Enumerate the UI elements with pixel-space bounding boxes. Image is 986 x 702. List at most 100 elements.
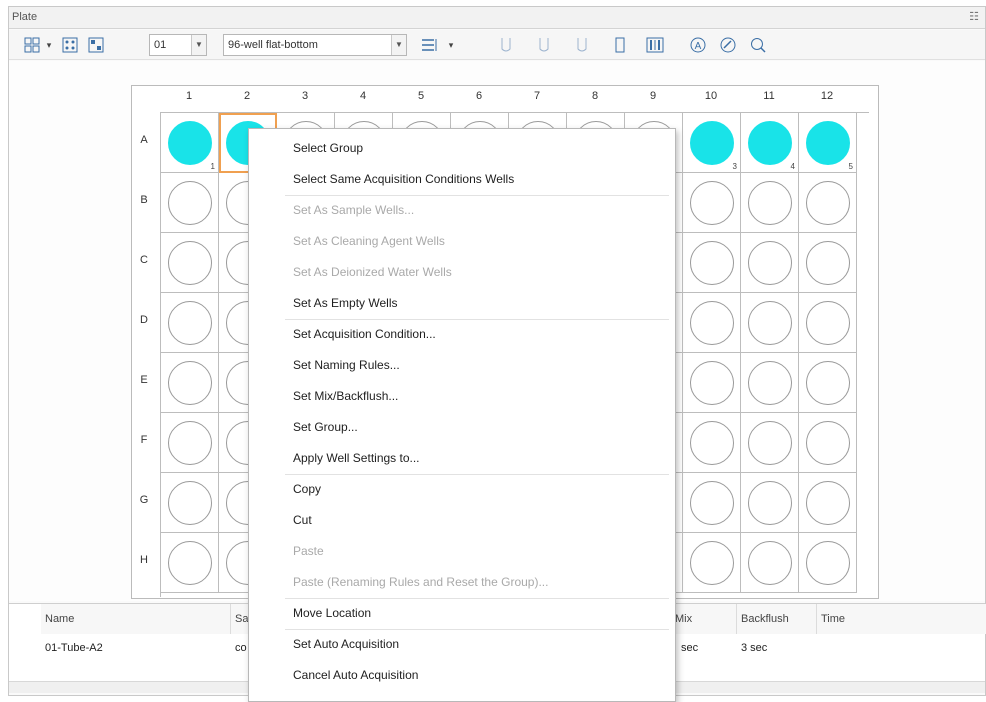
menu-item-select-same-acquisition-conditions-wells[interactable]: Select Same Acquisition Conditions Wells xyxy=(249,164,675,195)
well-c11[interactable] xyxy=(741,233,799,293)
well-circle xyxy=(748,541,792,585)
plate-number-select[interactable]: 01 ▼ xyxy=(149,34,207,56)
row-label-a[interactable]: A xyxy=(138,134,150,146)
column-header-mix[interactable]: Mix xyxy=(671,604,737,634)
tube-icon[interactable] xyxy=(609,34,631,56)
well-a1[interactable]: 1 xyxy=(161,113,219,173)
tube-icon[interactable] xyxy=(571,34,593,56)
well-g1[interactable] xyxy=(161,473,219,533)
well-b11[interactable] xyxy=(741,173,799,233)
table-cell-time[interactable] xyxy=(817,635,986,661)
column-label-11[interactable]: 11 xyxy=(740,90,798,102)
table-cell-name[interactable]: 01-Tube-A2 xyxy=(41,635,231,661)
menu-item-set-auto-acquisition[interactable]: Set Auto Acquisition xyxy=(249,629,675,660)
menu-item-set-as-sample-wells: Set As Sample Wells... xyxy=(293,203,415,217)
pin-icon[interactable]: ☷ xyxy=(969,10,979,23)
tube-icon[interactable] xyxy=(533,34,555,56)
well-d1[interactable] xyxy=(161,293,219,353)
column-label-7[interactable]: 7 xyxy=(508,90,566,102)
well-e11[interactable] xyxy=(741,353,799,413)
well-h10[interactable] xyxy=(683,533,741,593)
column-label-4[interactable]: 4 xyxy=(334,90,392,102)
column-label-1[interactable]: 1 xyxy=(160,90,218,102)
zoom-icon[interactable] xyxy=(747,34,769,56)
well-f11[interactable] xyxy=(741,413,799,473)
column-label-2[interactable]: 2 xyxy=(218,90,276,102)
well-g12[interactable] xyxy=(799,473,857,533)
menu-item-set-group[interactable]: Set Group... xyxy=(249,412,675,443)
menu-item-cut[interactable]: Cut xyxy=(249,505,675,536)
grid-select-icon[interactable] xyxy=(59,34,81,56)
layout-icon[interactable] xyxy=(21,34,43,56)
row-label-c[interactable]: C xyxy=(138,254,150,266)
table-cell-mix[interactable]: sec xyxy=(677,635,737,661)
well-h11[interactable] xyxy=(741,533,799,593)
column-label-5[interactable]: 5 xyxy=(392,90,450,102)
well-d12[interactable] xyxy=(799,293,857,353)
well-e12[interactable] xyxy=(799,353,857,413)
well-d11[interactable] xyxy=(741,293,799,353)
well-e1[interactable] xyxy=(161,353,219,413)
menu-item-move-location[interactable]: Move Location xyxy=(249,598,675,629)
well-f12[interactable] xyxy=(799,413,857,473)
tube-icon[interactable] xyxy=(495,34,517,56)
well-b1[interactable] xyxy=(161,173,219,233)
menu-item-set-as-empty-wells[interactable]: Set As Empty Wells xyxy=(249,288,675,319)
row-label-g[interactable]: G xyxy=(138,494,150,506)
list-order-icon[interactable] xyxy=(417,34,443,56)
well-h1[interactable] xyxy=(161,533,219,593)
row-label-d[interactable]: D xyxy=(138,314,150,326)
row-label-h[interactable]: H xyxy=(138,554,150,566)
well-c10[interactable] xyxy=(683,233,741,293)
well-c12[interactable] xyxy=(799,233,857,293)
toolbar: ▾ 01 ▼ 96-well flat-bottom ▼ ▾ A xyxy=(9,30,985,60)
well-circle xyxy=(748,241,792,285)
well-h12[interactable] xyxy=(799,533,857,593)
column-label-12[interactable]: 12 xyxy=(798,90,856,102)
chevron-down-icon[interactable]: ▼ xyxy=(391,35,406,55)
plate-type-select[interactable]: 96-well flat-bottom ▼ xyxy=(223,34,407,56)
well-c1[interactable] xyxy=(161,233,219,293)
menu-item-apply-well-settings-to[interactable]: Apply Well Settings to... xyxy=(249,443,675,474)
column-label-8[interactable]: 8 xyxy=(566,90,624,102)
well-d10[interactable] xyxy=(683,293,741,353)
well-circle xyxy=(748,121,792,165)
row-label-e[interactable]: E xyxy=(138,374,150,386)
menu-item-copy[interactable]: Copy xyxy=(249,474,675,505)
column-header-backflush[interactable]: Backflush xyxy=(737,604,817,634)
cleaning-icon[interactable] xyxy=(717,34,739,56)
well-f1[interactable] xyxy=(161,413,219,473)
auto-icon[interactable]: A xyxy=(687,34,709,56)
well-g11[interactable] xyxy=(741,473,799,533)
well-a10[interactable]: 3 xyxy=(683,113,741,173)
column-label-6[interactable]: 6 xyxy=(450,90,508,102)
menu-item-set-acquisition-condition[interactable]: Set Acquisition Condition... xyxy=(249,319,675,350)
grid-zoom-icon[interactable] xyxy=(85,34,107,56)
well-b10[interactable] xyxy=(683,173,741,233)
row-label-b[interactable]: B xyxy=(138,194,150,206)
panel-title-bar: Plate ☷ xyxy=(9,7,985,29)
well-f10[interactable] xyxy=(683,413,741,473)
menu-item-select-group[interactable]: Select Group xyxy=(249,133,675,164)
barcode-icon[interactable] xyxy=(643,34,667,56)
row-label-f[interactable]: F xyxy=(138,434,150,446)
dropdown-arrow-icon[interactable]: ▾ xyxy=(43,34,55,56)
column-header-time[interactable]: Time xyxy=(817,604,986,634)
well-a11[interactable]: 4 xyxy=(741,113,799,173)
well-a12[interactable]: 5 xyxy=(799,113,857,173)
table-cell-backflush[interactable]: 3 sec xyxy=(737,635,817,661)
dropdown-arrow-icon[interactable]: ▾ xyxy=(445,34,457,56)
plate-number-value: 01 xyxy=(154,39,167,51)
menu-item-cancel-auto-acquisition[interactable]: Cancel Auto Acquisition xyxy=(249,660,675,691)
chevron-down-icon[interactable]: ▼ xyxy=(191,35,206,55)
menu-item-set-naming-rules[interactable]: Set Naming Rules... xyxy=(249,350,675,381)
column-label-3[interactable]: 3 xyxy=(276,90,334,102)
well-circle xyxy=(690,361,734,405)
column-header-name[interactable]: Name xyxy=(41,604,231,634)
well-b12[interactable] xyxy=(799,173,857,233)
well-e10[interactable] xyxy=(683,353,741,413)
column-label-10[interactable]: 10 xyxy=(682,90,740,102)
well-g10[interactable] xyxy=(683,473,741,533)
menu-item-set-mix-backflush[interactable]: Set Mix/Backflush... xyxy=(249,381,675,412)
column-label-9[interactable]: 9 xyxy=(624,90,682,102)
